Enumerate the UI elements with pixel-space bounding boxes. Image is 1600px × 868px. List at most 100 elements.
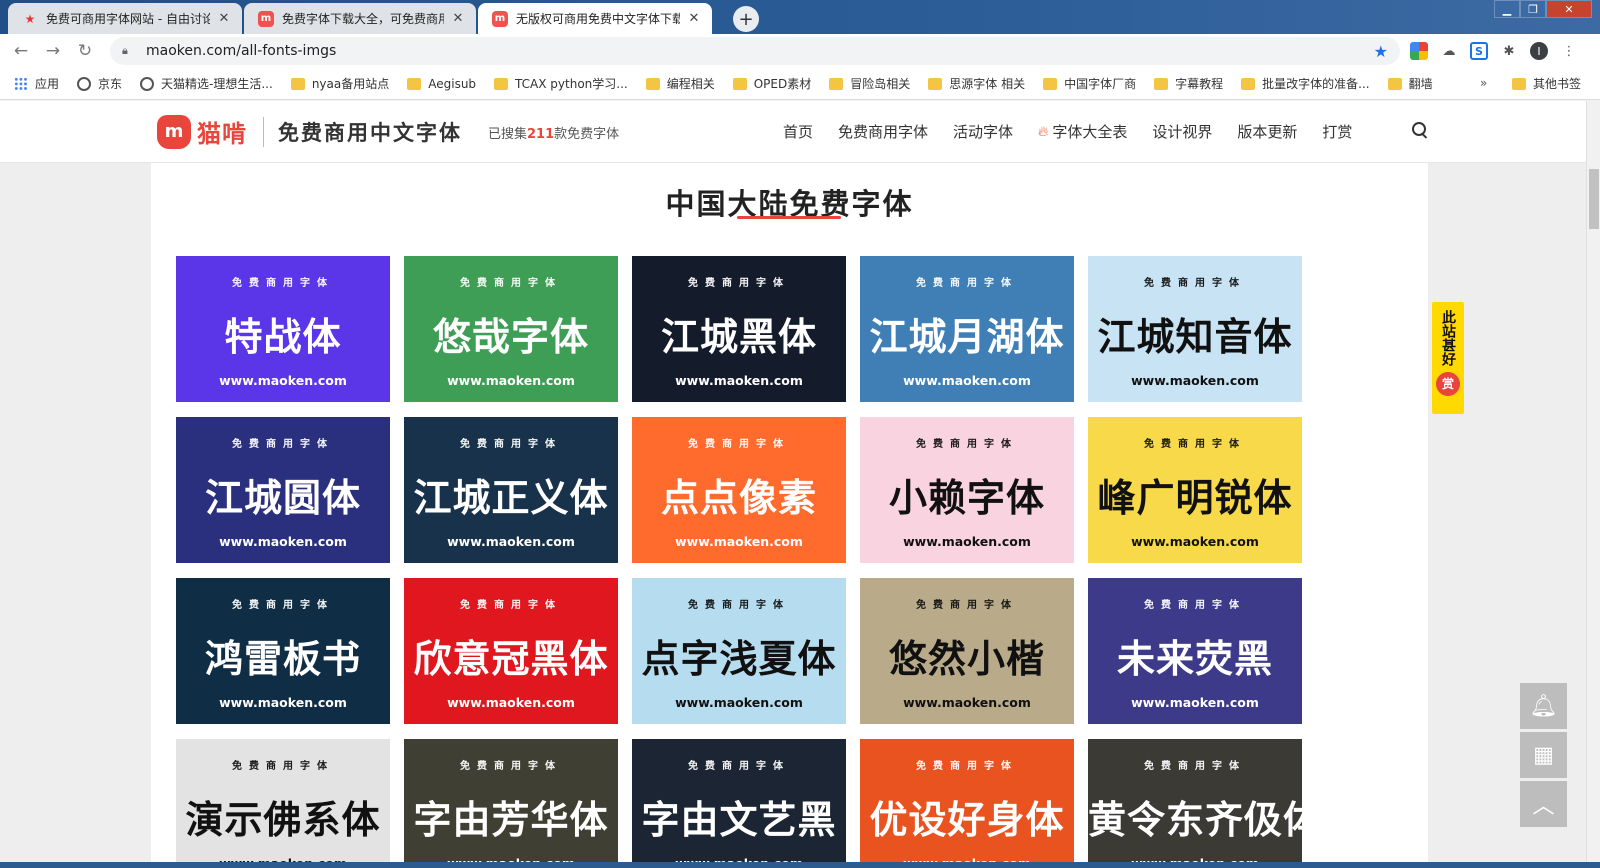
reload-icon[interactable]: ↻: [74, 40, 96, 62]
new-tab-button[interactable]: +: [733, 6, 759, 32]
folder-icon: [1241, 77, 1256, 90]
font-card[interactable]: 免费商用字体 点字浅夏体 www.maoken.com: [632, 578, 846, 724]
minimize-window-button[interactable]: ▁: [1494, 0, 1520, 18]
nav-home[interactable]: 首页: [783, 121, 813, 142]
close-tab-icon[interactable]: ✕: [450, 11, 466, 26]
card-tag: 免费商用字体: [232, 600, 334, 611]
bookmark-label: 字幕教程: [1175, 77, 1224, 91]
reward-floating-badge[interactable]: 此站甚好 赏: [1432, 302, 1464, 414]
font-card[interactable]: 免费商用字体黄令东齐伋体www.maoken.com: [1088, 739, 1302, 862]
card-tag: 免费商用字体: [688, 761, 790, 772]
bookmark-folder[interactable]: 思源字体 相关: [928, 75, 1025, 92]
font-name: 演示佛系体: [185, 798, 381, 842]
folder-icon: [1043, 77, 1058, 90]
font-card[interactable]: 免费商用字体 峰广明锐体 www.maoken.com: [1088, 417, 1302, 563]
nav-all-fonts-table[interactable]: 🔥︎ 字体大全表: [1038, 121, 1127, 142]
bookmark-folder[interactable]: Aegisub: [407, 77, 476, 91]
font-name: 字由文艺黑: [641, 798, 837, 842]
font-card[interactable]: 免费商用字体 江城黑体 www.maoken.com: [632, 256, 846, 402]
font-name: 悠哉字体: [432, 315, 589, 359]
close-tab-icon[interactable]: ✕: [686, 11, 702, 26]
extensions-puzzle-icon[interactable]: ✱: [1500, 42, 1518, 60]
font-card[interactable]: 免费商用字体优设好身体www.maoken.com: [860, 739, 1074, 862]
font-card[interactable]: 免费商用字体演示佛系体www.maoken.com: [176, 739, 390, 862]
font-card[interactable]: 免费商用字体 悠哉字体 www.maoken.com: [404, 256, 618, 402]
tab-title: 免费字体下载大全，可免费商用: [282, 12, 444, 26]
forward-arrow-icon[interactable]: →: [42, 40, 64, 62]
bookmark-folder[interactable]: 编程相关: [645, 75, 715, 92]
card-tag: 免费商用字体: [1144, 439, 1246, 450]
qr-code-icon[interactable]: ▦: [1520, 732, 1567, 778]
font-name: 点字浅夏体: [641, 637, 837, 681]
font-card[interactable]: 免费商用字体 未来荧黑 www.maoken.com: [1088, 578, 1302, 724]
font-card[interactable]: 免费商用字体 点点像素 www.maoken.com: [632, 417, 846, 563]
card-tag: 免费商用字体: [688, 600, 790, 611]
nav-design-vision[interactable]: 设计视界: [1152, 121, 1212, 142]
font-card[interactable]: 免费商用字体 江城正义体 www.maoken.com: [404, 417, 618, 563]
nav-version-updates[interactable]: 版本更新: [1237, 121, 1297, 142]
bookmark-label: TCAX python学习...: [515, 77, 628, 91]
bookmark-item[interactable]: 京东: [77, 75, 122, 92]
back-to-top-icon[interactable]: ︿: [1520, 781, 1567, 827]
card-tag: 免费商用字体: [1144, 278, 1246, 289]
other-bookmarks-folder[interactable]: 其他书签: [1512, 75, 1581, 92]
more-bookmarks-chevron-icon[interactable]: »: [1480, 76, 1487, 90]
browser-menu-icon[interactable]: ⋮: [1560, 42, 1578, 60]
font-card[interactable]: 免费商用字体 特战体 www.maoken.com: [176, 256, 390, 402]
font-card[interactable]: 免费商用字体字由芳华体www.maoken.com: [404, 739, 618, 862]
font-card[interactable]: 免费商用字体 小赖字体 www.maoken.com: [860, 417, 1074, 563]
bookmark-folder[interactable]: 中国字体厂商: [1043, 75, 1136, 92]
address-bar[interactable]: 🔒︎ maoken.com/all-fonts-imgs ★: [110, 37, 1400, 65]
page-scrollbar[interactable]: [1586, 101, 1600, 862]
extension-cloud-icon[interactable]: ☁: [1440, 42, 1458, 60]
font-card[interactable]: 免费商用字体字由文艺黑www.maoken.com: [632, 739, 846, 862]
bell-icon[interactable]: 🔔︎: [1520, 683, 1567, 729]
bookmark-folder[interactable]: TCAX python学习...: [494, 75, 628, 92]
bookmark-item[interactable]: 天猫精选-理想生活...: [140, 75, 273, 92]
card-tag: 免费商用字体: [916, 439, 1018, 450]
font-card[interactable]: 免费商用字体 鸿雷板书 www.maoken.com: [176, 578, 390, 724]
browser-tab-3[interactable]: m 无版权可商用免费中文字体下载 ✕: [478, 3, 712, 34]
bookmark-folder[interactable]: 批量改字体的准备...: [1241, 75, 1370, 92]
card-tag: 免费商用字体: [1144, 600, 1246, 611]
close-window-button[interactable]: ✕: [1546, 0, 1592, 18]
bookmark-folder[interactable]: 翻墙: [1387, 75, 1433, 92]
folder-icon: [645, 77, 660, 90]
extension-colorful-icon[interactable]: [1410, 42, 1428, 60]
profile-avatar[interactable]: I: [1530, 42, 1548, 60]
back-arrow-icon[interactable]: ←: [10, 40, 32, 62]
nav-free-commercial-fonts[interactable]: 免费商用字体: [838, 121, 928, 142]
bookmark-folder[interactable]: 字幕教程: [1154, 75, 1223, 92]
fonts-panel: 中国大陆免费字体 免费商用字体 特战体 www.maoken.com 免费商用字体 悠哉…: [151, 163, 1428, 862]
browser-tab-1[interactable]: ★ 免费可商用字体网站 - 自由讨论 ✕: [8, 3, 242, 34]
card-url: www.maoken.com: [1131, 373, 1259, 388]
font-card[interactable]: 免费商用字体 江城月湖体 www.maoken.com: [860, 256, 1074, 402]
bookmark-star-icon[interactable]: ★: [1374, 42, 1388, 61]
bookmark-apps[interactable]: 应用: [14, 75, 59, 92]
maximize-window-button[interactable]: ❐: [1520, 0, 1546, 18]
search-icon[interactable]: [1411, 121, 1429, 139]
font-card[interactable]: 免费商用字体 欣意冠黑体 www.maoken.com: [404, 578, 618, 724]
nav-event-fonts[interactable]: 活动字体: [953, 121, 1013, 142]
scrollbar-thumb[interactable]: [1589, 169, 1599, 229]
extension-s-icon[interactable]: S: [1470, 42, 1488, 60]
card-url: www.maoken.com: [219, 373, 347, 388]
font-name: 江城月湖体: [869, 315, 1065, 359]
bookmark-folder[interactable]: nyaa备用站点: [290, 75, 389, 92]
browser-tab-2[interactable]: m 免费字体下载大全，可免费商用 ✕: [244, 3, 476, 34]
nav-donate[interactable]: 打赏: [1322, 121, 1352, 142]
card-tag: 免费商用字体: [232, 439, 334, 450]
folder-icon: [1387, 77, 1402, 90]
font-card[interactable]: 免费商用字体 悠然小楷 www.maoken.com: [860, 578, 1074, 724]
folder-icon: [407, 77, 422, 90]
bookmark-folder[interactable]: 冒险岛相关: [829, 75, 910, 92]
font-card[interactable]: 免费商用字体 江城知音体 www.maoken.com: [1088, 256, 1302, 402]
folder-icon: [494, 77, 509, 90]
reward-label: 此站甚好: [1440, 310, 1456, 366]
bookmark-folder[interactable]: OPED素材: [732, 75, 811, 92]
logo-divider: [263, 116, 264, 147]
tab-title: 免费可商用字体网站 - 自由讨论: [46, 12, 210, 26]
close-tab-icon[interactable]: ✕: [216, 11, 232, 26]
site-logo[interactable]: m 猫啃 免费商用中文字体: [157, 114, 462, 149]
font-card[interactable]: 免费商用字体 江城圆体 www.maoken.com: [176, 417, 390, 563]
